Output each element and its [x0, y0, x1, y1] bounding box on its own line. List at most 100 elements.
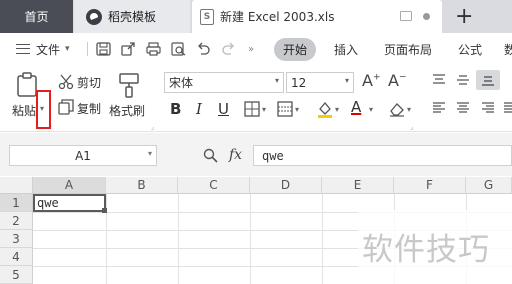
formula-bar: A1 ▾ fx qwe [0, 133, 512, 176]
row-header-2[interactable]: 2 [0, 212, 33, 230]
tab-page-layout[interactable]: 页面布局 [384, 33, 432, 65]
align-center-icon[interactable] [456, 102, 470, 114]
name-box[interactable]: A1 ▾ [9, 145, 157, 166]
redo-icon[interactable] [221, 42, 236, 56]
tab-insert[interactable]: 插入 [334, 33, 358, 65]
column-header-d[interactable]: D [250, 177, 322, 194]
fill-color-icon[interactable] [316, 100, 334, 118]
tab-docer-label: 稻壳模板 [108, 10, 157, 24]
tab-home[interactable]: 首页 [0, 0, 73, 33]
format-painter-label[interactable]: 格式刷 [109, 102, 145, 119]
chevron-down-icon[interactable]: ▾ [407, 105, 411, 114]
tab-docer-templates[interactable]: 稻壳模板 [74, 0, 190, 33]
tab-insert-label: 插入 [334, 42, 359, 57]
menu-bar: 文件 ▾ » 开始 插入 页面布局 公式 数 [0, 33, 512, 65]
gridline [178, 194, 179, 284]
eraser-icon[interactable] [388, 101, 406, 117]
export-icon[interactable] [121, 42, 136, 56]
font-color-button[interactable]: A [351, 98, 361, 116]
chevron-down-icon: ▾ [147, 149, 152, 158]
chevron-down-icon[interactable]: ▾ [369, 105, 373, 114]
chevron-down-icon: ▾ [65, 44, 70, 54]
align-middle-icon[interactable] [456, 74, 470, 86]
ribbon-start: 粘贴 ▾ 剪切 复制 格式刷 ⌟ 宋体 ▾ 12 ▾ A+ A− B I U ▾… [0, 65, 512, 132]
formula-input-value: qwe [262, 148, 284, 163]
bold-button[interactable]: B [170, 100, 181, 118]
copy-icon[interactable] [58, 99, 74, 115]
unsaved-dot-icon[interactable] [423, 13, 430, 20]
title-tab-bar: 首页 稻壳模板 S 新建 Excel 2003.xls + [0, 0, 512, 33]
spreadsheet-icon: S [200, 8, 214, 25]
shrink-font-icon[interactable]: A− [388, 71, 407, 90]
row-header-5[interactable]: 5 [0, 266, 33, 284]
tab-formulas-label: 公式 [458, 42, 483, 57]
fx-icon[interactable]: fx [229, 147, 242, 163]
tab-page-layout-label: 页面布局 [384, 42, 433, 57]
align-right-icon[interactable] [481, 102, 495, 114]
chevron-down-icon: ▾ [344, 76, 349, 85]
font-dialog-launcher-icon[interactable]: ⌟ [410, 123, 413, 131]
font-name-select[interactable]: 宋体 ▾ [164, 72, 284, 93]
column-header-f[interactable]: F [394, 177, 466, 194]
divider [87, 42, 88, 56]
chevron-down-icon[interactable]: ▾ [262, 105, 266, 114]
column-header-b[interactable]: B [106, 177, 178, 194]
tab-start[interactable]: 开始 [274, 33, 317, 65]
tab-formulas[interactable]: 公式 [458, 33, 482, 65]
formula-input[interactable]: qwe [253, 145, 512, 166]
row-header-3[interactable]: 3 [0, 230, 33, 248]
docer-logo-icon [86, 8, 102, 25]
chevron-down-icon[interactable]: ▾ [335, 105, 339, 114]
font-name-value: 宋体 [169, 76, 194, 90]
watermark-text: 软件技巧 [362, 232, 490, 268]
tab-start-label: 开始 [274, 37, 317, 61]
column-header-a[interactable]: A [33, 177, 106, 194]
zoom-lookup-icon[interactable] [203, 148, 218, 163]
cell-a1-value: qwe [37, 196, 59, 210]
undo-icon[interactable] [196, 42, 211, 56]
row-header-1[interactable]: 1 [0, 194, 33, 212]
tab-home-label: 首页 [24, 10, 49, 24]
chevron-down-icon: ▾ [274, 76, 279, 85]
borders-icon[interactable] [244, 101, 260, 117]
merge-cells-icon[interactable] [277, 101, 293, 117]
new-tab-plus-icon[interactable]: + [455, 4, 473, 29]
font-size-select[interactable]: 12 ▾ [286, 72, 354, 93]
tab-data-label: 数 [504, 42, 512, 57]
align-bottom-button[interactable] [476, 70, 500, 90]
column-header-g[interactable]: G [466, 177, 512, 194]
tab-document[interactable]: S 新建 Excel 2003.xls [192, 0, 442, 33]
fill-handle[interactable] [102, 208, 107, 213]
align-bottom-icon [482, 76, 494, 86]
tab-data[interactable]: 数 [504, 33, 512, 65]
row-header-4[interactable]: 4 [0, 248, 33, 266]
align-left-icon[interactable] [432, 102, 446, 114]
copy-label[interactable]: 复制 [77, 100, 101, 117]
file-menu-label: 文件 [36, 42, 61, 57]
chevron-down-icon[interactable]: ▾ [295, 105, 299, 114]
align-top-icon[interactable] [432, 74, 446, 86]
italic-button[interactable]: I [196, 100, 202, 118]
print-preview-icon[interactable] [171, 42, 186, 56]
tab-document-label: 新建 Excel 2003.xls [220, 10, 335, 24]
clipboard-dialog-launcher-icon[interactable]: ⌟ [151, 123, 154, 131]
print-icon[interactable] [146, 42, 161, 56]
column-header-c[interactable]: C [178, 177, 250, 194]
save-icon[interactable] [96, 42, 111, 56]
gridline [322, 194, 323, 284]
select-all-corner[interactable] [0, 177, 33, 194]
format-painter-icon[interactable] [118, 72, 140, 98]
paste-dropdown-highlight [36, 90, 51, 129]
justify-icon[interactable] [504, 102, 512, 114]
more-toolbar-icon[interactable]: » [248, 33, 254, 65]
column-header-e[interactable]: E [322, 177, 394, 194]
paste-label[interactable]: 粘贴 [12, 102, 36, 119]
underline-button[interactable]: U [218, 100, 229, 118]
scissors-icon[interactable] [58, 74, 74, 90]
cut-label[interactable]: 剪切 [77, 74, 101, 91]
window-icon[interactable] [400, 11, 412, 21]
file-menu[interactable]: 文件 ▾ [16, 33, 70, 65]
font-size-value: 12 [291, 75, 307, 90]
grow-font-icon[interactable]: A+ [362, 71, 381, 90]
cell-a1[interactable]: qwe [33, 194, 106, 212]
